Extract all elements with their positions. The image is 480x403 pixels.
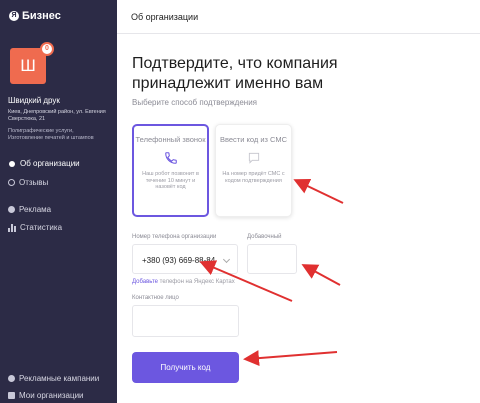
sidebar-item-label: Мои организации (19, 391, 84, 400)
extension-label: Добавочный (247, 234, 282, 240)
brand-logo[interactable]: Я Бизнес (9, 10, 61, 22)
chart-icon (8, 223, 16, 232)
page-title: Об организации (131, 12, 199, 22)
verification-subheading: Выберите способ подтверждения (132, 98, 257, 107)
phone-label: Номер телефона организации (132, 234, 217, 240)
sidebar-item-label: Реклама (19, 205, 52, 214)
add-phone-link-row: Добавьте телефон на Яндекс Картах (132, 279, 235, 285)
ads-icon (8, 206, 15, 213)
sidebar-item-my-orgs[interactable]: Мои организации (8, 391, 84, 400)
chevron-down-icon (222, 255, 231, 264)
company-name: Швидкий друк (8, 96, 60, 105)
sidebar-item-ads[interactable]: Реклама (8, 205, 51, 214)
contact-label: Контактное лицо (132, 295, 179, 301)
contact-person-input[interactable] (132, 305, 239, 337)
option-title: Телефонный звонок (135, 135, 206, 144)
phone-select[interactable]: +380 (93) 669-88-84 (132, 244, 238, 274)
yandex-logo-icon: Я (9, 11, 19, 21)
arrow-to-extension-field (301, 264, 341, 286)
add-phone-link[interactable]: Добавьте (132, 279, 158, 285)
page-header: Об организации (117, 0, 480, 34)
option-sms-code[interactable]: Ввести код из СМС На номер придёт СМС с … (215, 124, 292, 217)
sidebar-item-label: Отзывы (19, 178, 49, 187)
verification-heading: Подтвердите, что компания принадлежит им… (132, 55, 338, 92)
option-description: На номер придёт СМС с кодом подтверждени… (222, 171, 285, 184)
bullet-icon (9, 160, 15, 167)
sidebar-item-label: Статистика (20, 223, 63, 232)
phone-value: +380 (93) 669-88-84 (142, 256, 216, 265)
chat-icon (8, 179, 15, 186)
option-title: Ввести код из СМС (219, 135, 288, 144)
sidebar-item-stats[interactable]: Статистика (8, 223, 62, 232)
arrow-to-sms-option (293, 178, 344, 204)
notification-badge: 0 (40, 42, 54, 56)
add-phone-link-text: телефон на Яндекс Картах (159, 279, 235, 285)
arrow-to-submit-button (243, 350, 338, 367)
get-code-button[interactable]: Получить код (132, 352, 239, 383)
sidebar-item-reviews[interactable]: Отзывы (8, 178, 48, 187)
brand-name: Бизнес (22, 10, 61, 22)
campaigns-icon (8, 375, 15, 382)
sidebar-item-label: Рекламные кампании (19, 374, 100, 383)
option-description: Наш робот позвонит в течение 10 минут и … (142, 171, 199, 190)
extension-input[interactable] (247, 244, 297, 274)
company-categories: Полиграфические услуги, Изготовление печ… (8, 128, 94, 141)
phone-icon (164, 152, 177, 164)
building-icon (8, 392, 15, 399)
sidebar: Я Бизнес Ш 0 Швидкий друк Киев, Днепровс… (0, 0, 117, 403)
sidebar-item-about[interactable]: Об организации (8, 159, 80, 168)
company-address: Киев, Днепровский район, ул. Евгения Све… (8, 109, 106, 122)
message-icon (248, 152, 259, 164)
option-phone-call[interactable]: Телефонный звонок Наш робот позвонит в т… (132, 124, 209, 217)
sidebar-item-label: Об организации (20, 159, 80, 168)
sidebar-item-campaigns[interactable]: Рекламные кампании (8, 374, 99, 383)
